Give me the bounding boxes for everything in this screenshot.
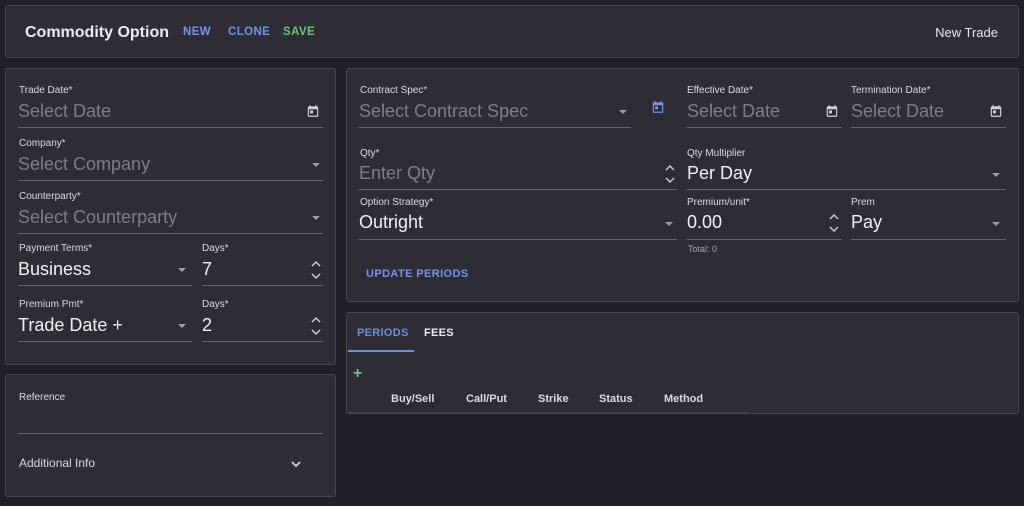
reference-input[interactable] bbox=[18, 405, 323, 433]
new-button[interactable]: NEW bbox=[183, 26, 211, 38]
premium-pmt-select[interactable]: Trade Date + bbox=[18, 315, 123, 336]
counterparty-select[interactable]: Select Counterparty bbox=[18, 207, 177, 228]
trade-status: New Trade bbox=[935, 25, 998, 40]
payment-terms-label: Payment Terms* bbox=[19, 243, 93, 254]
premium-unit-input[interactable]: 0.00 bbox=[687, 212, 722, 233]
chevron-down-icon[interactable] bbox=[289, 457, 303, 471]
option-strategy-label: Option Strategy* bbox=[360, 197, 434, 208]
periods-panel: PERIODS FEES + Buy/Sell Call/Put Strike … bbox=[346, 312, 1019, 414]
calendar-icon[interactable] bbox=[651, 100, 665, 114]
effective-date-label: Effective Date* bbox=[687, 85, 753, 96]
calendar-icon[interactable] bbox=[306, 104, 320, 118]
trade-details-panel: Trade Date* Select Date Company* Select … bbox=[5, 68, 336, 365]
chevron-down-icon[interactable] bbox=[665, 222, 673, 226]
chevron-down-icon[interactable] bbox=[619, 110, 627, 114]
contract-spec-label: Contract Spec* bbox=[360, 85, 428, 96]
payment-days-label: Days* bbox=[202, 243, 229, 254]
reference-panel: Reference Additional Info bbox=[5, 374, 336, 497]
stepper-icon[interactable] bbox=[310, 313, 322, 339]
stepper-icon[interactable] bbox=[310, 257, 322, 283]
company-select[interactable]: Select Company bbox=[18, 154, 150, 175]
calendar-icon[interactable] bbox=[825, 104, 839, 118]
chevron-down-icon[interactable] bbox=[312, 163, 320, 167]
qty-label: Qty* bbox=[360, 148, 380, 159]
column-strike: Strike bbox=[538, 393, 569, 405]
page-title: Commodity Option bbox=[25, 24, 169, 41]
column-call-put: Call/Put bbox=[466, 393, 507, 405]
column-method: Method bbox=[664, 393, 704, 405]
premium-days-input[interactable]: 2 bbox=[202, 315, 212, 336]
top-toolbar: Commodity Option NEW CLONE SAVE New Trad… bbox=[5, 5, 1019, 58]
additional-info-toggle[interactable]: Additional Info bbox=[19, 456, 95, 470]
clone-button[interactable]: CLONE bbox=[228, 26, 270, 38]
chevron-down-icon[interactable] bbox=[178, 268, 186, 272]
company-label: Company* bbox=[19, 138, 66, 149]
qty-input[interactable]: Enter Qty bbox=[359, 163, 435, 184]
tab-periods-indicator bbox=[348, 350, 414, 352]
stepper-icon[interactable] bbox=[664, 161, 676, 187]
chevron-down-icon[interactable] bbox=[178, 324, 186, 328]
premium-pmt-label: Premium Pmt* bbox=[19, 299, 84, 310]
contract-panel: Contract Spec* Select Contract Spec Effe… bbox=[346, 68, 1019, 302]
qty-multiplier-select[interactable]: Per Day bbox=[687, 163, 752, 184]
tab-periods[interactable]: PERIODS bbox=[357, 327, 409, 339]
option-strategy-select[interactable]: Outright bbox=[359, 212, 423, 233]
update-periods-button[interactable]: UPDATE PERIODS bbox=[366, 268, 469, 280]
payment-terms-select[interactable]: Business bbox=[18, 259, 91, 280]
effective-date-input[interactable]: Select Date bbox=[687, 101, 780, 122]
column-buy-sell: Buy/Sell bbox=[391, 393, 435, 405]
tab-fees[interactable]: FEES bbox=[424, 327, 454, 339]
calendar-icon[interactable] bbox=[989, 104, 1003, 118]
counterparty-label: Counterparty* bbox=[19, 191, 81, 202]
chevron-down-icon[interactable] bbox=[992, 222, 1000, 226]
prem-label: Prem bbox=[851, 197, 875, 208]
trade-date-label: Trade Date* bbox=[19, 85, 73, 96]
prem-select[interactable]: Pay bbox=[851, 212, 882, 233]
column-status: Status bbox=[599, 393, 633, 405]
table-header-divider bbox=[348, 412, 748, 413]
premium-days-label: Days* bbox=[202, 299, 229, 310]
premium-total-hint: Total: 0 bbox=[688, 244, 718, 254]
save-button[interactable]: SAVE bbox=[283, 26, 315, 38]
qty-multiplier-label: Qty Multiplier bbox=[687, 148, 746, 159]
contract-spec-select[interactable]: Select Contract Spec bbox=[359, 101, 528, 122]
chevron-down-icon[interactable] bbox=[992, 173, 1000, 177]
chevron-down-icon[interactable] bbox=[312, 216, 320, 220]
add-icon[interactable]: + bbox=[353, 365, 362, 383]
stepper-icon[interactable] bbox=[828, 210, 840, 236]
premium-unit-label: Premium/unit* bbox=[687, 197, 750, 208]
termination-date-input[interactable]: Select Date bbox=[851, 101, 944, 122]
payment-days-input[interactable]: 7 bbox=[202, 259, 212, 280]
reference-label: Reference bbox=[19, 392, 66, 403]
trade-date-input[interactable]: Select Date bbox=[18, 101, 111, 122]
termination-date-label: Termination Date* bbox=[851, 85, 931, 96]
